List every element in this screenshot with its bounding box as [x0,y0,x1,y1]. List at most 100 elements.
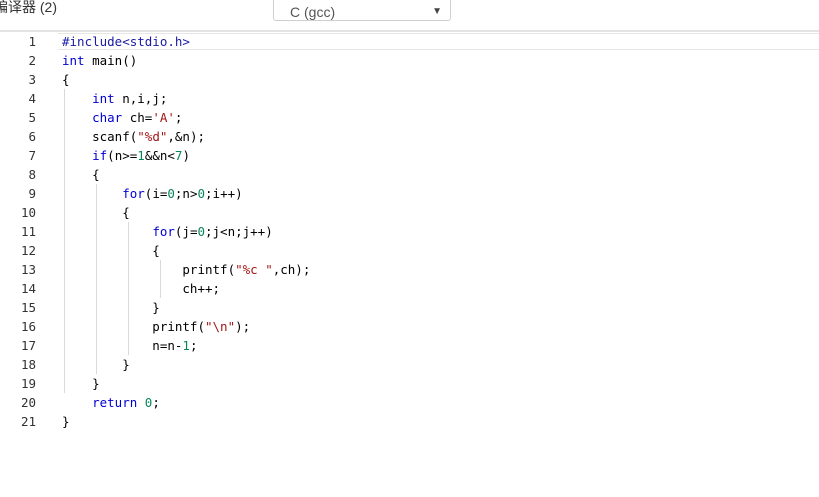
language-select[interactable]: C (gcc) ▼ [273,0,451,21]
code-token: printf( [62,262,236,277]
code-token: { [62,167,100,182]
line-number: 8 [28,167,36,182]
code-editor[interactable]: 1 2 3 4 5 6 7 8 9 10 11 12 13 14 15 16 17 18 19 20 21 #inclu… [0,32,819,497]
line-number: 14 [20,281,36,296]
indent-guide [96,184,97,374]
code-line[interactable]: printf("\n"); [62,317,250,336]
code-line[interactable]: scanf("%d",&n); [62,127,205,146]
line-number: 20 [20,395,36,410]
language-select-value: C (gcc) [290,4,336,20]
code-token: main() [84,53,138,68]
code-token: ,&n); [167,129,206,144]
code-token: 1 [182,338,190,353]
line-number: 17 [20,338,36,353]
line-number: 1 [28,34,36,49]
line-number: 12 [20,243,36,258]
chevron-down-icon: ▼ [432,6,442,17]
code-token: n,i,j; [114,91,168,106]
code-token: char [92,110,123,125]
code-token: 0 [197,186,206,201]
code-token: int [62,53,85,68]
code-token: 'A' [152,110,175,125]
indent-guide [64,89,65,393]
code-line[interactable]: } [62,412,70,431]
code-token: ; [152,395,160,410]
code-token: "\n" [205,319,236,334]
code-token: 1 [137,148,145,163]
code-token: int [92,91,115,106]
editor-header: 编译器 (2) C (gcc) ▼ [0,0,819,30]
line-number: 18 [20,357,36,372]
code-token: for [122,186,145,201]
code-line[interactable]: char ch='A'; [62,108,182,127]
line-number: 4 [28,91,36,106]
code-token: (i= [144,186,168,201]
code-line[interactable]: { [62,70,70,89]
line-number: 21 [20,414,36,429]
code-token: if [92,148,108,163]
line-number: 15 [20,300,36,315]
code-line[interactable]: ch++; [62,279,220,298]
code-line[interactable]: } [62,374,100,393]
compiler-label: 编译器 (2) [0,0,57,15]
code-token: &&n< [144,148,175,163]
code-line[interactable]: return 0; [62,393,160,412]
line-number: 7 [28,148,36,163]
code-token: ; [174,110,183,125]
code-token: { [62,243,160,258]
code-line[interactable]: } [62,298,160,317]
line-number: 3 [28,72,36,87]
code-token: "%c " [235,262,273,277]
code-line[interactable]: for(j=0;j<n;j++) [62,222,273,241]
code-line[interactable]: { [62,165,100,184]
code-line[interactable]: int n,i,j; [62,89,167,108]
code-line[interactable]: #include<stdio.h> [62,32,190,51]
line-number: 6 [28,129,36,144]
code-token: return [92,395,138,410]
code-token: n=n- [62,338,183,353]
code-line[interactable]: n=n-1; [62,336,197,355]
code-token: printf( [62,319,205,334]
line-number: 2 [28,53,36,68]
code-token: } [62,414,70,429]
code-token: 0 [167,186,175,201]
line-number: 10 [20,205,36,220]
code-token: ); [235,319,251,334]
code-token: ;n> [174,186,198,201]
line-number-gutter: 1 2 3 4 5 6 7 8 9 10 11 12 13 14 15 16 17 18 19 20 21 [0,32,52,442]
code-line[interactable]: { [62,241,160,260]
line-number: 9 [28,186,36,201]
code-token: { [62,72,70,87]
code-token: 0 [197,224,205,239]
line-number: 19 [20,376,36,391]
line-number: 16 [20,319,36,334]
code-token: } [62,376,100,391]
code-token: ,ch); [272,262,311,277]
line-number: 11 [20,224,36,239]
code-token: ch= [122,110,153,125]
code-token: ch++; [62,281,221,296]
code-token: scanf( [62,129,138,144]
code-line[interactable]: for(i=0;n>0;i++) [62,184,242,203]
code-line[interactable]: printf("%c ",ch); [62,260,310,279]
indent-guide [128,222,129,355]
code-token: ; [189,338,198,353]
code-token: (j= [174,224,198,239]
code-token: ;j<n;j++) [205,224,273,239]
line-number: 5 [28,110,36,125]
code-token: #include<stdio.h> [62,34,190,49]
code-line[interactable]: int main() [62,51,137,70]
code-line[interactable]: if(n>=1&&n<7) [62,146,190,165]
code-token: for [152,224,175,239]
code-token: ) [182,148,190,163]
code-token: "%d" [137,129,168,144]
code-token: } [62,300,160,315]
code-token: (n>= [107,148,138,163]
